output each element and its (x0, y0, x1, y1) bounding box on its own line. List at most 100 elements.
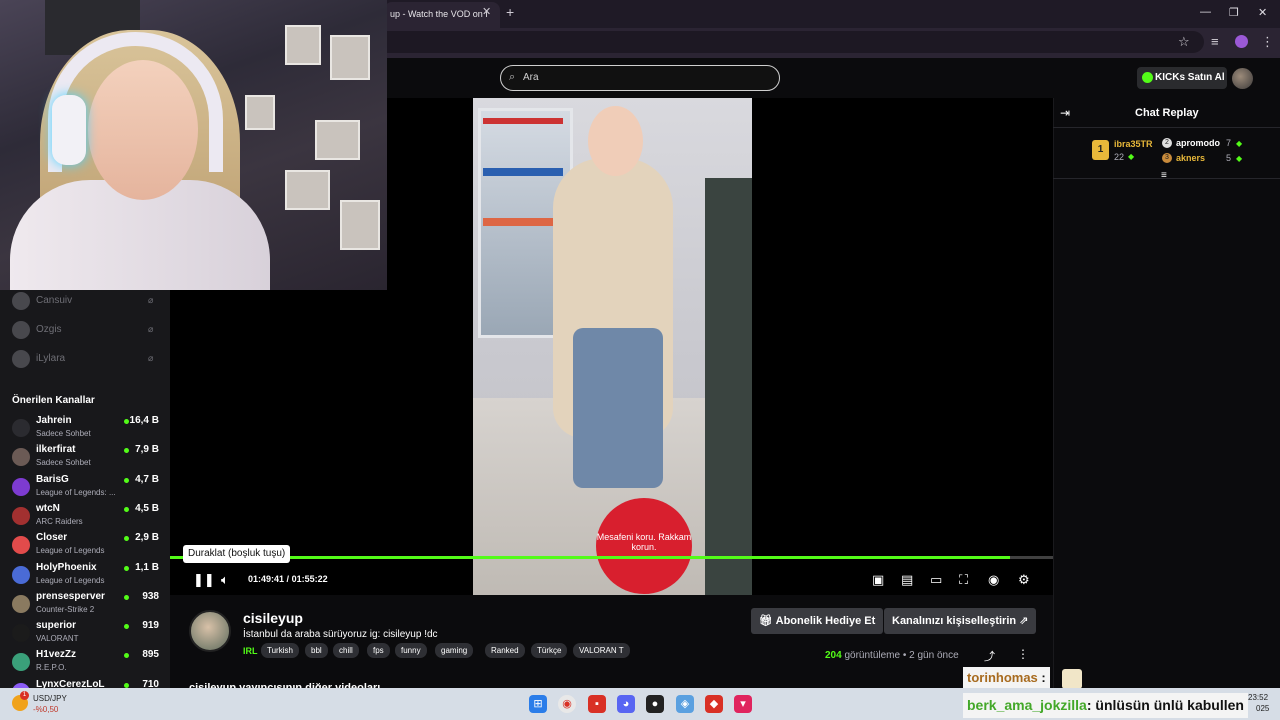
category-link[interactable]: IRL (243, 646, 258, 656)
kick-gem-icon: ◆ (1128, 152, 1135, 161)
recommended-channel-name: ilkerfirat (36, 444, 76, 456)
stream-tag[interactable]: gaming (435, 643, 474, 658)
recommended-channel-name: H1vezZz (36, 649, 77, 661)
media-control-icon[interactable]: ≡ (1211, 34, 1219, 49)
gift-subscription-button[interactable]: 🎁︎ Abonelik Hediye Et (751, 608, 884, 634)
minimize-icon[interactable]: — (1200, 6, 1211, 18)
viewer-count: 7,9 B (135, 444, 159, 456)
collapse-chat-icon[interactable]: ⇥ (1060, 106, 1070, 120)
channel-avatar[interactable] (189, 610, 231, 652)
viewer-count: 938 (142, 590, 159, 602)
theater-mode-icon[interactable]: ▭ (930, 572, 942, 588)
offline-icon: ⌀ (148, 295, 154, 305)
browser-menu-icon[interactable]: ⋮ (1261, 34, 1274, 50)
ticker-change: -%0,50 (33, 705, 59, 714)
avatar (12, 594, 30, 613)
stream-tag[interactable]: chill (333, 643, 359, 658)
notification-badge: 1 (20, 691, 29, 700)
bronze-medal-icon: 3 (1162, 153, 1172, 163)
avatar (12, 506, 30, 525)
overlay-chat-message: torinhomas : (963, 667, 1050, 689)
recommended-channel-name: prensesperver (36, 590, 105, 602)
recommended-channel-category: Sadece Sohbet (36, 458, 91, 468)
app-icon[interactable]: ● (646, 695, 664, 713)
share-icon[interactable]: ⤴ (984, 648, 995, 664)
viewer-count: 919 (142, 620, 159, 632)
search-placeholder: Ara (523, 72, 539, 83)
chat-panel (1053, 98, 1280, 688)
leaderboard-name[interactable]: apromodo (1176, 138, 1220, 148)
user-avatar[interactable] (1232, 68, 1253, 89)
dot-separator: • (902, 650, 907, 661)
leaderboard-divider (1053, 178, 1280, 179)
settings-gear-icon[interactable]: ⚙ (1018, 572, 1030, 588)
wall-photo (285, 170, 330, 210)
avatar (12, 321, 30, 339)
avatar (12, 565, 30, 584)
avatar (12, 624, 30, 643)
maximize-icon[interactable]: ❐ (1229, 6, 1239, 19)
stream-tag[interactable]: VALORAN T (573, 643, 630, 658)
time-ago: 2 gün önce (909, 650, 959, 661)
recommended-channel-category: League of Legends (36, 575, 105, 585)
expand-leaderboard-icon[interactable]: ≡ (1161, 170, 1167, 181)
search-input[interactable] (500, 65, 780, 91)
overlay-colon: : (1041, 670, 1046, 685)
chrome-icon[interactable]: ◉ (558, 695, 576, 713)
discord-icon[interactable]: ◕ (617, 695, 635, 713)
leaderboard-count: 7 (1226, 138, 1232, 148)
viewer-count: 895 (142, 649, 159, 661)
stream-tag[interactable]: Turkish (261, 643, 299, 658)
bookmark-star-icon[interactable]: ☆ (1178, 34, 1190, 50)
recommended-channel-category: VALORANT (36, 634, 79, 644)
stream-tag[interactable]: funny (395, 643, 427, 658)
profile-icon[interactable] (1235, 35, 1248, 48)
gift-label: Abonelik Hediye Et (775, 615, 876, 627)
recommended-channel-name: HolyPhoenix (36, 561, 97, 573)
streamer-jeans (573, 328, 663, 488)
views-label: görüntüleme (844, 650, 901, 661)
stream-tag[interactable]: fps (367, 643, 390, 658)
leaderboard-name[interactable]: ibra35TR (1114, 139, 1153, 149)
app-icon[interactable]: ▾ (734, 695, 752, 713)
address-bar[interactable] (360, 31, 1204, 53)
miniplayer-icon[interactable]: ▣ (872, 572, 884, 588)
app-icon[interactable]: ◈ (676, 695, 694, 713)
recommended-channel-name: superior (36, 620, 77, 632)
stream-tag[interactable]: bbl (305, 643, 328, 658)
volume-icon[interactable]: 🔈︎ (221, 572, 229, 588)
stream-tag[interactable]: Ranked (485, 643, 525, 658)
app-icon[interactable]: ◆ (705, 695, 723, 713)
video-frame[interactable]: Mesafeni koru. Rakkam korun. (473, 98, 752, 595)
recommended-channel-category: League of Legends: ... (36, 487, 116, 497)
playback-speed-icon[interactable]: ◉ (988, 572, 999, 588)
viewer-count: 4,7 B (135, 473, 159, 485)
offline-icon: ⌀ (148, 324, 154, 334)
close-window-icon[interactable]: ✕ (1258, 6, 1267, 19)
tab-close-icon[interactable]: ✕ (482, 5, 491, 18)
new-tab-button[interactable]: + (506, 4, 514, 20)
clip-icon[interactable]: ▤ (901, 572, 913, 588)
overlay-username: berk_ama_jokzilla (967, 697, 1087, 713)
fullscreen-icon[interactable]: ⛶ (959, 572, 968, 588)
stream-tag[interactable]: Türkçe (531, 643, 568, 658)
more-options-icon[interactable]: ⋮ (1017, 647, 1029, 661)
silver-medal-icon: 2 (1162, 138, 1172, 148)
wall-photo (245, 95, 275, 130)
recommended-channel-category: League of Legends (36, 546, 105, 556)
pause-tooltip: Duraklat (boşluk tuşu) (183, 545, 291, 563)
app-icon[interactable]: ▪ (588, 695, 606, 713)
channel-name[interactable]: cisileyup (243, 610, 303, 626)
time-separator: / (286, 574, 290, 584)
followed-channel-name: Ozgis (36, 324, 62, 335)
overlay-chat-message: berk_ama_jokzilla: ünlüsün ünlü kabullen (963, 693, 1248, 718)
pause-icon[interactable]: ❚❚ (193, 572, 215, 588)
stream-title: İstanbul da araba sürüyoruz ig: cisileyu… (243, 629, 438, 640)
customize-channel-button[interactable]: Kanalınızı kişiselleştirin ⇗ (884, 608, 1037, 634)
recommended-channel-name: wtcN (36, 502, 60, 514)
start-menu-icon[interactable]: ⊞ (529, 695, 547, 713)
rank-badge: 1 (1092, 140, 1109, 160)
avatar (12, 419, 30, 437)
leaderboard-name[interactable]: akners (1176, 153, 1205, 163)
recommended-channel-name: BarisG (36, 473, 69, 485)
